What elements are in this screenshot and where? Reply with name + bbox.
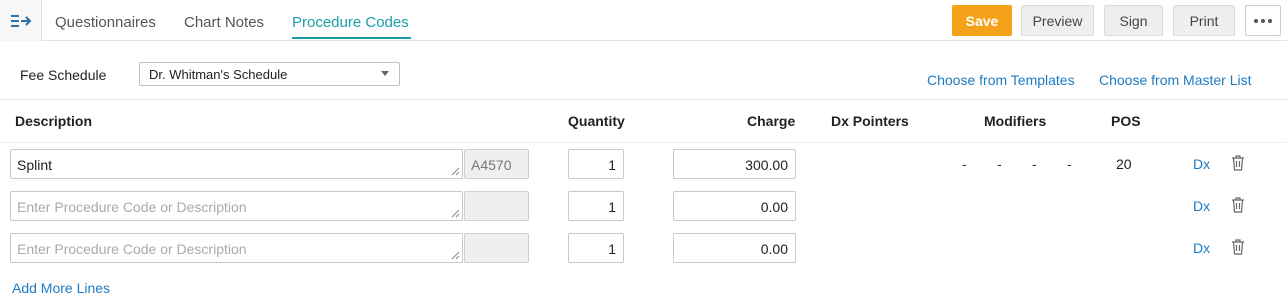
charge-input[interactable]: 0.00 — [673, 191, 796, 221]
choose-templates-link[interactable]: Choose from Templates — [927, 72, 1075, 88]
caret-down-icon — [381, 71, 389, 76]
sidebar-expand-icon[interactable] — [0, 0, 42, 41]
dx-link[interactable]: Dx — [1193, 156, 1210, 172]
quantity-input[interactable]: 1 — [568, 149, 624, 179]
procedure-code-field: A4570 — [464, 149, 529, 179]
charge-input[interactable]: 300.00 — [673, 149, 796, 179]
modifier-1[interactable]: - — [962, 156, 967, 172]
fee-schedule-label: Fee Schedule — [20, 67, 107, 83]
preview-button[interactable]: Preview — [1021, 5, 1094, 36]
top-bar: Questionnaires Chart Notes Procedure Cod… — [0, 0, 1287, 41]
pos-value: 20 — [1116, 156, 1132, 172]
tab-chart-notes[interactable]: Chart Notes — [184, 14, 264, 31]
save-button[interactable]: Save — [952, 5, 1012, 36]
quantity-input[interactable]: 1 — [568, 233, 624, 263]
procedure-description-input[interactable]: Splint — [10, 149, 463, 179]
resize-handle-icon[interactable] — [451, 251, 460, 260]
trash-icon[interactable] — [1231, 197, 1245, 213]
charge-input[interactable]: 0.00 — [673, 233, 796, 263]
fee-schedule-selected: Dr. Whitman's Schedule — [149, 67, 288, 82]
modifier-4[interactable]: - — [1067, 156, 1072, 172]
procedure-description-placeholder: Enter Procedure Code or Description — [17, 241, 247, 257]
modifier-2[interactable]: - — [997, 156, 1002, 172]
column-header-charge: Charge — [747, 113, 796, 129]
choose-master-list-link[interactable]: Choose from Master List — [1099, 72, 1252, 88]
add-more-lines-link[interactable]: Add More Lines — [12, 280, 110, 296]
more-horizontal-icon[interactable] — [1245, 5, 1281, 36]
trash-icon[interactable] — [1231, 239, 1245, 255]
sign-button[interactable]: Sign — [1104, 5, 1163, 36]
trash-icon[interactable] — [1231, 155, 1245, 171]
print-button[interactable]: Print — [1173, 5, 1235, 36]
column-header-quantity: Quantity — [568, 113, 625, 129]
modifier-3[interactable]: - — [1032, 156, 1037, 172]
dx-link[interactable]: Dx — [1193, 240, 1210, 256]
column-header-modifiers: Modifiers — [984, 113, 1047, 129]
quantity-input[interactable]: 1 — [568, 191, 624, 221]
active-tab-indicator — [292, 37, 411, 39]
procedure-description-input[interactable]: Enter Procedure Code or Description — [10, 233, 463, 263]
tab-questionnaires[interactable]: Questionnaires — [55, 14, 156, 31]
column-header-dx-pointers: Dx Pointers — [831, 113, 909, 129]
procedure-code-field — [464, 233, 529, 263]
divider — [0, 99, 1287, 100]
procedure-description-value: Splint — [17, 157, 53, 173]
procedure-description-placeholder: Enter Procedure Code or Description — [17, 199, 247, 215]
fee-schedule-select[interactable]: Dr. Whitman's Schedule — [139, 62, 400, 86]
procedure-code-field — [464, 191, 529, 221]
column-header-description: Description — [15, 113, 93, 129]
resize-handle-icon[interactable] — [451, 167, 460, 176]
divider — [0, 142, 1287, 143]
resize-handle-icon[interactable] — [451, 209, 460, 218]
column-header-pos: POS — [1111, 113, 1141, 129]
tab-procedure-codes[interactable]: Procedure Codes — [292, 14, 409, 31]
dx-link[interactable]: Dx — [1193, 198, 1210, 214]
procedure-description-input[interactable]: Enter Procedure Code or Description — [10, 191, 463, 221]
